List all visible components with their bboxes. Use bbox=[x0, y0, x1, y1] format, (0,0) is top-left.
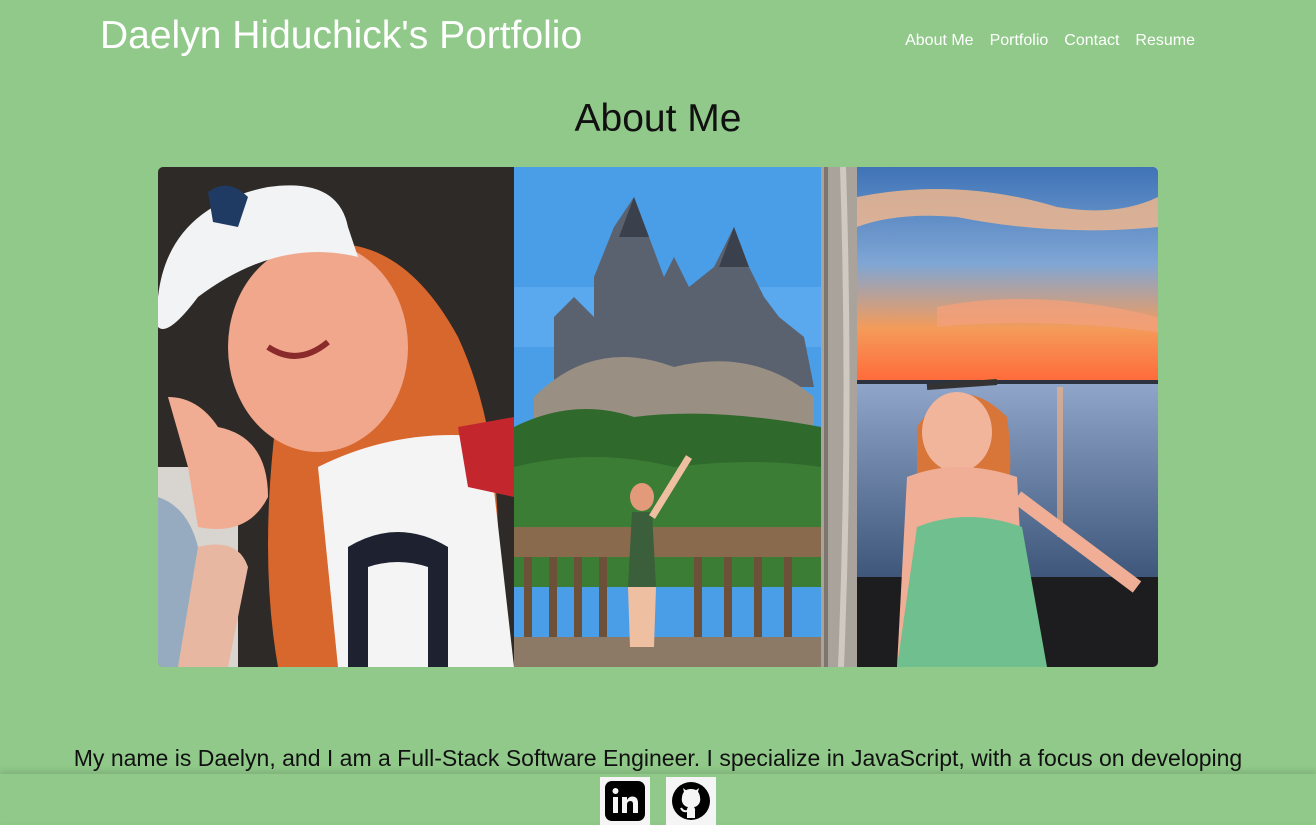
nav-contact[interactable]: Contact bbox=[1064, 32, 1119, 50]
nav-about-me[interactable]: About Me bbox=[905, 32, 973, 50]
photo-selfie-cap bbox=[158, 167, 514, 667]
page-title: About Me bbox=[574, 97, 742, 140]
site-footer bbox=[0, 774, 1316, 825]
main-nav: About Me Portfolio Contact Resume bbox=[905, 32, 1195, 50]
photo-stone-edge bbox=[821, 167, 857, 667]
photo-collage bbox=[158, 167, 1158, 667]
linkedin-link[interactable] bbox=[600, 777, 650, 825]
github-link[interactable] bbox=[666, 777, 716, 825]
site-header: Daelyn Hiduchick's Portfolio About Me Po… bbox=[0, 0, 1316, 80]
github-icon bbox=[672, 782, 710, 820]
photo-castle bbox=[514, 167, 821, 667]
site-title: Daelyn Hiduchick's Portfolio bbox=[100, 14, 583, 57]
linkedin-icon bbox=[605, 781, 645, 821]
nav-portfolio[interactable]: Portfolio bbox=[990, 32, 1049, 50]
photo-sunset-lake bbox=[857, 167, 1158, 667]
nav-resume[interactable]: Resume bbox=[1135, 32, 1195, 50]
